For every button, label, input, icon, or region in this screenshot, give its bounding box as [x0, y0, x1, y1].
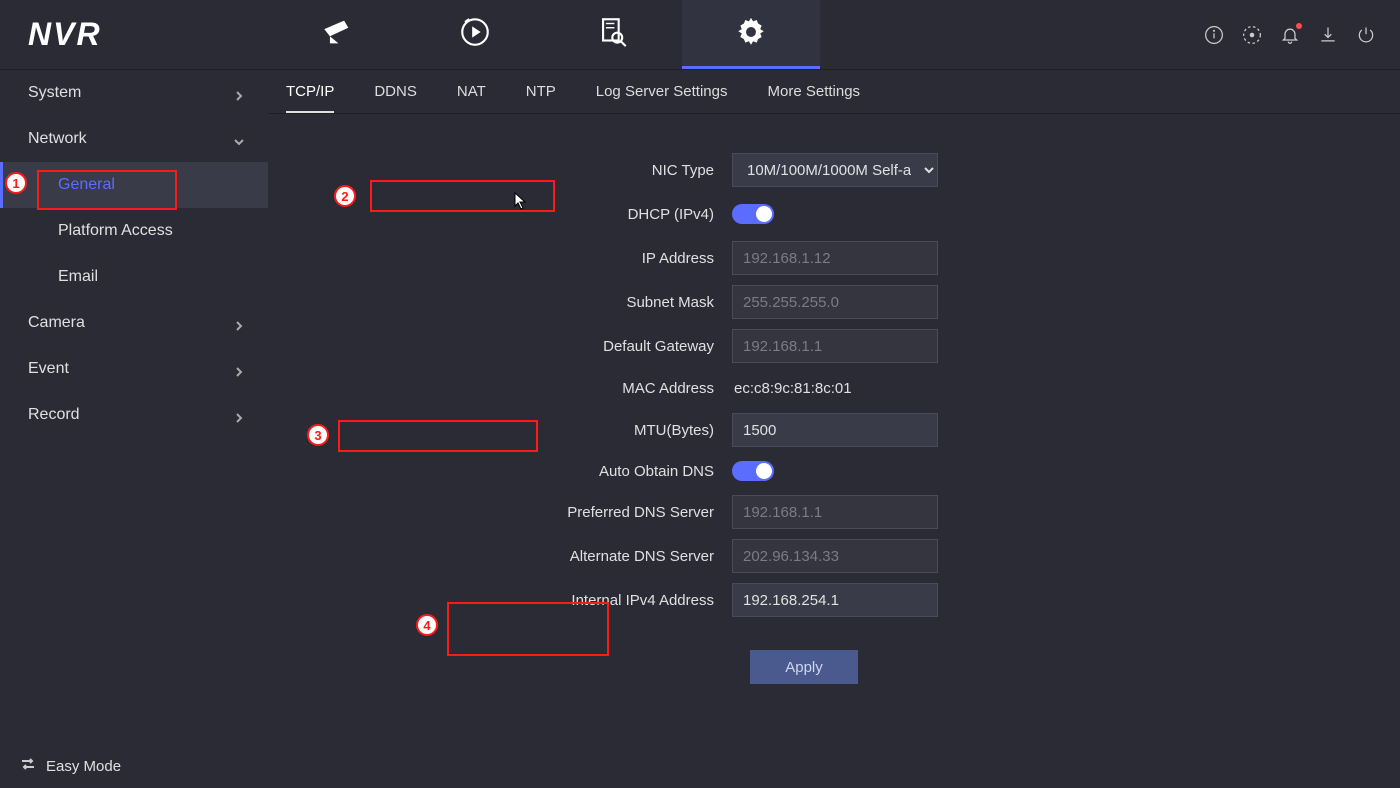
sidebar-item-system[interactable]: System — [0, 70, 268, 116]
sidebar-item-label: Camera — [28, 314, 85, 332]
chevron-down-icon — [234, 134, 244, 144]
sidebar-item-platform-access[interactable]: Platform Access — [0, 208, 268, 254]
sidebar-item-event[interactable]: Event — [0, 346, 268, 392]
tab-log-server[interactable]: Log Server Settings — [596, 70, 728, 113]
easy-mode-label: Easy Mode — [46, 758, 121, 775]
power-icon[interactable] — [1356, 25, 1376, 45]
info-icon[interactable] — [1204, 25, 1224, 45]
sidebar-item-label: Email — [58, 268, 98, 286]
chevron-right-icon — [234, 364, 244, 374]
settings-tabs: TCP/IP DDNS NAT NTP Log Server Settings … — [268, 70, 1400, 114]
sidebar-item-general[interactable]: General — [0, 162, 268, 208]
download-icon[interactable] — [1318, 25, 1338, 45]
default-gateway-label: Default Gateway — [268, 338, 732, 355]
chevron-right-icon — [234, 88, 244, 98]
logo: NVR — [0, 16, 268, 53]
gear-icon — [734, 15, 768, 54]
default-gateway-input — [732, 329, 938, 363]
target-icon[interactable] — [1242, 25, 1262, 45]
tab-nat[interactable]: NAT — [457, 70, 486, 113]
camera-icon — [320, 15, 354, 54]
bell-icon[interactable] — [1280, 25, 1300, 45]
tab-more-settings[interactable]: More Settings — [768, 70, 861, 113]
dhcp-label: DHCP (IPv4) — [268, 206, 732, 223]
nav-settings[interactable] — [682, 0, 820, 69]
tab-ddns[interactable]: DDNS — [374, 70, 417, 113]
mtu-label: MTU(Bytes) — [268, 422, 732, 439]
sidebar-item-label: Platform Access — [58, 222, 173, 240]
header-utilities — [1204, 25, 1400, 45]
mtu-input[interactable] — [732, 413, 938, 447]
nav-playback[interactable] — [406, 0, 544, 69]
notification-dot — [1296, 23, 1302, 29]
internal-ipv4-input[interactable] — [732, 583, 938, 617]
ip-address-label: IP Address — [268, 250, 732, 267]
apply-button[interactable]: Apply — [750, 650, 858, 684]
mac-address-value: ec:c8:9c:81:8c:01 — [732, 380, 938, 397]
nic-type-select[interactable]: 10M/100M/1000M Self-adaptive — [732, 153, 938, 187]
nic-type-label: NIC Type — [268, 162, 732, 179]
main-content: TCP/IP DDNS NAT NTP Log Server Settings … — [268, 70, 1400, 788]
sidebar-item-label: System — [28, 84, 81, 102]
tcpip-form: NIC Type 10M/100M/1000M Self-adaptive DH… — [268, 114, 1400, 684]
subnet-mask-input — [732, 285, 938, 319]
tab-ntp[interactable]: NTP — [526, 70, 556, 113]
chevron-right-icon — [234, 410, 244, 420]
dhcp-toggle[interactable] — [732, 204, 774, 224]
sidebar-item-network[interactable]: Network — [0, 116, 268, 162]
alternate-dns-label: Alternate DNS Server — [268, 548, 732, 565]
file-search-icon — [596, 15, 630, 54]
main-nav — [268, 0, 1204, 69]
sidebar: System Network General Platform Access E… — [0, 70, 268, 788]
sidebar-item-label: Record — [28, 406, 80, 424]
sidebar-item-label: General — [58, 176, 115, 194]
alternate-dns-input — [732, 539, 938, 573]
auto-dns-toggle[interactable] — [732, 461, 774, 481]
mac-address-label: MAC Address — [268, 380, 732, 397]
nav-search[interactable] — [544, 0, 682, 69]
sidebar-item-label: Event — [28, 360, 69, 378]
swap-icon — [20, 756, 36, 776]
tab-tcpip[interactable]: TCP/IP — [286, 70, 334, 113]
nav-live-view[interactable] — [268, 0, 406, 69]
playback-icon — [458, 15, 492, 54]
auto-dns-label: Auto Obtain DNS — [268, 463, 732, 480]
preferred-dns-input — [732, 495, 938, 529]
sidebar-item-email[interactable]: Email — [0, 254, 268, 300]
easy-mode-button[interactable]: Easy Mode — [20, 756, 121, 776]
chevron-right-icon — [234, 318, 244, 328]
sidebar-item-label: Network — [28, 130, 87, 148]
sidebar-item-record[interactable]: Record — [0, 392, 268, 438]
ip-address-input — [732, 241, 938, 275]
sidebar-item-camera[interactable]: Camera — [0, 300, 268, 346]
internal-ipv4-label: Internal IPv4 Address — [268, 592, 732, 609]
app-header: NVR — [0, 0, 1400, 70]
subnet-mask-label: Subnet Mask — [268, 294, 732, 311]
preferred-dns-label: Preferred DNS Server — [268, 504, 732, 521]
